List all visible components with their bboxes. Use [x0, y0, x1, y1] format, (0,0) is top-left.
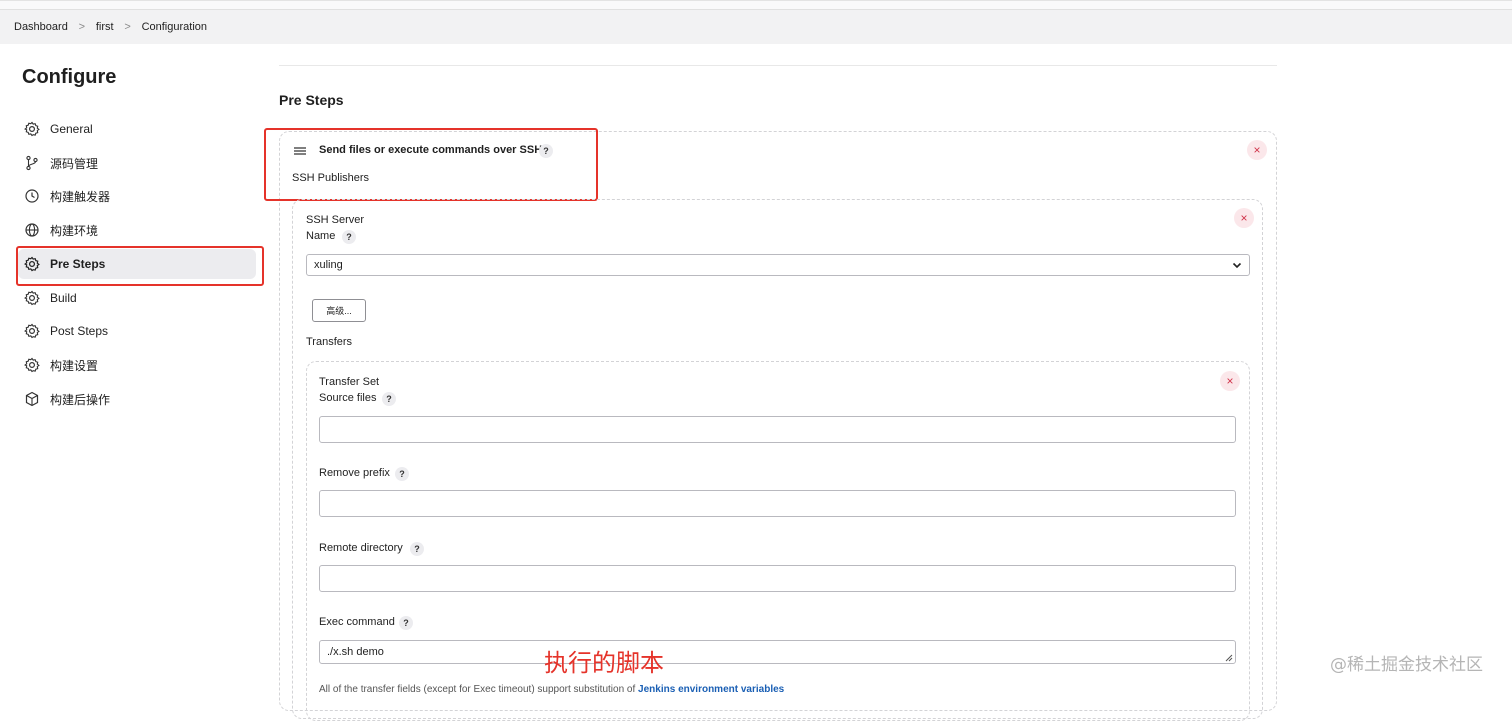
breadcrumb-first[interactable]: first: [96, 21, 114, 33]
name-label: Name: [306, 230, 336, 242]
sidebar-item-label: 源码管理: [50, 156, 99, 171]
exec-command-label: Exec command: [319, 616, 395, 628]
annotation-text: 执行的脚本: [544, 649, 664, 677]
sidebar-item-build-environment[interactable]: 构建环境: [18, 215, 256, 245]
source-files-input[interactable]: [319, 416, 1236, 443]
drag-handle-icon[interactable]: [294, 145, 306, 155]
source-files-label: Source files: [319, 392, 377, 404]
delete-transfer-button[interactable]: ×: [1220, 371, 1240, 391]
sidebar-item-post-build-actions[interactable]: 构建后操作: [18, 384, 256, 414]
remote-directory-input[interactable]: [319, 565, 1236, 592]
sidebar-item-label: General: [50, 122, 93, 136]
exec-command-value: ./x.sh demo: [327, 646, 384, 658]
page-title: Configure: [22, 66, 117, 88]
delete-step-button[interactable]: ×: [1247, 140, 1267, 160]
sidebar-item-label: 构建后操作: [50, 392, 111, 407]
breadcrumb-configuration[interactable]: Configuration: [142, 21, 207, 33]
step-title: Send files or execute commands over SSH: [319, 144, 543, 156]
sidebar-item-pre-steps[interactable]: Pre Steps: [18, 249, 256, 279]
transfer-set-label: Transfer Set: [319, 376, 380, 388]
select-value: xuling: [314, 259, 343, 271]
breadcrumb-separator: >: [124, 21, 131, 33]
cube-icon: [24, 391, 40, 407]
section-divider: [279, 65, 1277, 66]
breadcrumb-separator: >: [78, 21, 86, 33]
chevron-down-icon: [1231, 259, 1243, 271]
help-icon[interactable]: ?: [399, 616, 413, 630]
sidebar-item-build[interactable]: Build: [18, 283, 256, 313]
gear-icon: [24, 357, 40, 373]
sidebar-item-general[interactable]: General: [18, 114, 256, 144]
top-bar: Dashboard > first > Configuration: [0, 0, 1512, 44]
gear-icon: [24, 290, 40, 306]
sidebar-item-label: Pre Steps: [50, 257, 106, 271]
sidebar-item-label: Post Steps: [50, 324, 109, 338]
globe-icon: [24, 222, 40, 238]
advanced-button[interactable]: 高级...: [312, 299, 366, 322]
sidebar-item-build-triggers[interactable]: 构建触发器: [18, 181, 256, 211]
gear-icon: [24, 323, 40, 339]
help-icon[interactable]: ?: [382, 392, 396, 406]
help-icon[interactable]: ?: [539, 144, 553, 158]
ssh-server-label: SSH Server: [306, 214, 365, 226]
sidebar-item-build-settings[interactable]: 构建设置: [18, 350, 256, 380]
help-icon[interactable]: ?: [342, 230, 356, 244]
sidebar-item-post-steps[interactable]: Post Steps: [18, 316, 256, 346]
breadcrumb-dashboard[interactable]: Dashboard: [14, 21, 68, 33]
delete-server-button[interactable]: ×: [1234, 208, 1254, 228]
sidebar-item-label: 构建触发器: [50, 189, 111, 204]
gear-icon: [24, 256, 40, 272]
remove-prefix-input[interactable]: [319, 490, 1236, 517]
help-icon[interactable]: ?: [410, 542, 424, 556]
step-subtitle: SSH Publishers: [292, 172, 370, 184]
help-icon[interactable]: ?: [395, 467, 409, 481]
footnote: All of the transfer fields (except for E…: [319, 684, 784, 695]
sidebar-item-label: Build: [50, 291, 77, 305]
sidebar-item-label: 构建设置: [50, 358, 99, 373]
section-title: Pre Steps: [279, 92, 344, 108]
clock-icon: [24, 188, 40, 204]
exec-command-textarea[interactable]: ./x.sh demo: [319, 640, 1236, 664]
resize-handle-icon[interactable]: [1225, 653, 1233, 662]
remote-directory-label: Remote directory: [319, 542, 403, 554]
sidebar-item-label: 构建环境: [50, 223, 99, 238]
breadcrumb: Dashboard > first > Configuration: [14, 21, 207, 33]
gear-icon: [24, 121, 40, 137]
footnote-text: All of the transfer fields (except for E…: [319, 684, 639, 695]
ssh-server-select[interactable]: xuling: [306, 254, 1250, 276]
watermark: @稀土掘金技术社区: [1330, 655, 1483, 675]
env-vars-link[interactable]: Jenkins environment variables: [638, 684, 784, 695]
branch-icon: [24, 155, 40, 171]
transfer-set-card: [306, 361, 1250, 721]
sidebar-item-source-control[interactable]: 源码管理: [18, 148, 256, 178]
remove-prefix-label: Remove prefix: [319, 467, 390, 479]
top-strip: [0, 1, 1512, 10]
transfers-label: Transfers: [306, 336, 353, 348]
